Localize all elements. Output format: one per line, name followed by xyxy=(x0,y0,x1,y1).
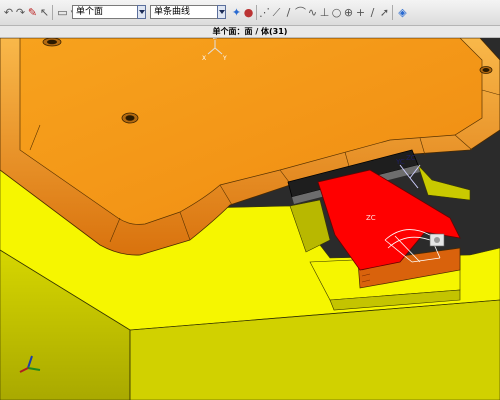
stop-icon[interactable]: ● xyxy=(242,6,255,19)
origin-y-label: Y xyxy=(222,55,227,62)
cursor-icon[interactable]: ➚ xyxy=(378,6,391,19)
curve-rule-value: 单条曲线 xyxy=(154,7,191,17)
select-icon[interactable]: ↖ xyxy=(38,6,51,19)
filter-type-dropdown-arrow[interactable] xyxy=(137,5,146,19)
box-icon[interactable]: ◈ xyxy=(396,6,409,19)
csys-yc-label: YC xyxy=(395,158,405,166)
curve-rule-dropdown[interactable]: 单条曲线 xyxy=(150,5,218,19)
filter-type-dropdown[interactable]: 单个面 xyxy=(72,5,138,19)
csys-zc-label: ZC xyxy=(406,154,416,162)
curve-rule-dropdown-arrow[interactable] xyxy=(217,5,226,19)
screw-hole[interactable] xyxy=(121,112,139,124)
origin-z-label: Z xyxy=(213,38,217,41)
graphics-viewport[interactable]: YC ZC ZC Z X Y xyxy=(0,38,500,400)
filter-type-value: 单个面 xyxy=(76,7,104,17)
screw-hole[interactable] xyxy=(479,66,493,74)
main-toolbar: ↶ ↷ ✎ ↖ ▭ ▾ 单个面 单条曲线 ✦ ● ⋰ ⟋ / ⌒ ∿ ⊥ ○ ⊕… xyxy=(0,0,500,26)
toolbar-separator xyxy=(256,5,257,20)
selection-status-bar: 单个面：面 / 体(31) xyxy=(0,26,500,38)
toolbar-separator xyxy=(392,5,393,20)
datum-plane-handle-knob[interactable] xyxy=(434,237,440,243)
toolbar-separator xyxy=(52,5,53,20)
selection-status-text: 单个面：面 / 体(31) xyxy=(212,27,288,36)
model-view[interactable]: YC ZC ZC Z X Y xyxy=(0,38,500,400)
screw-hole[interactable] xyxy=(42,38,62,47)
origin-x-label: X xyxy=(202,55,206,62)
face-zc-label: ZC xyxy=(366,214,376,222)
